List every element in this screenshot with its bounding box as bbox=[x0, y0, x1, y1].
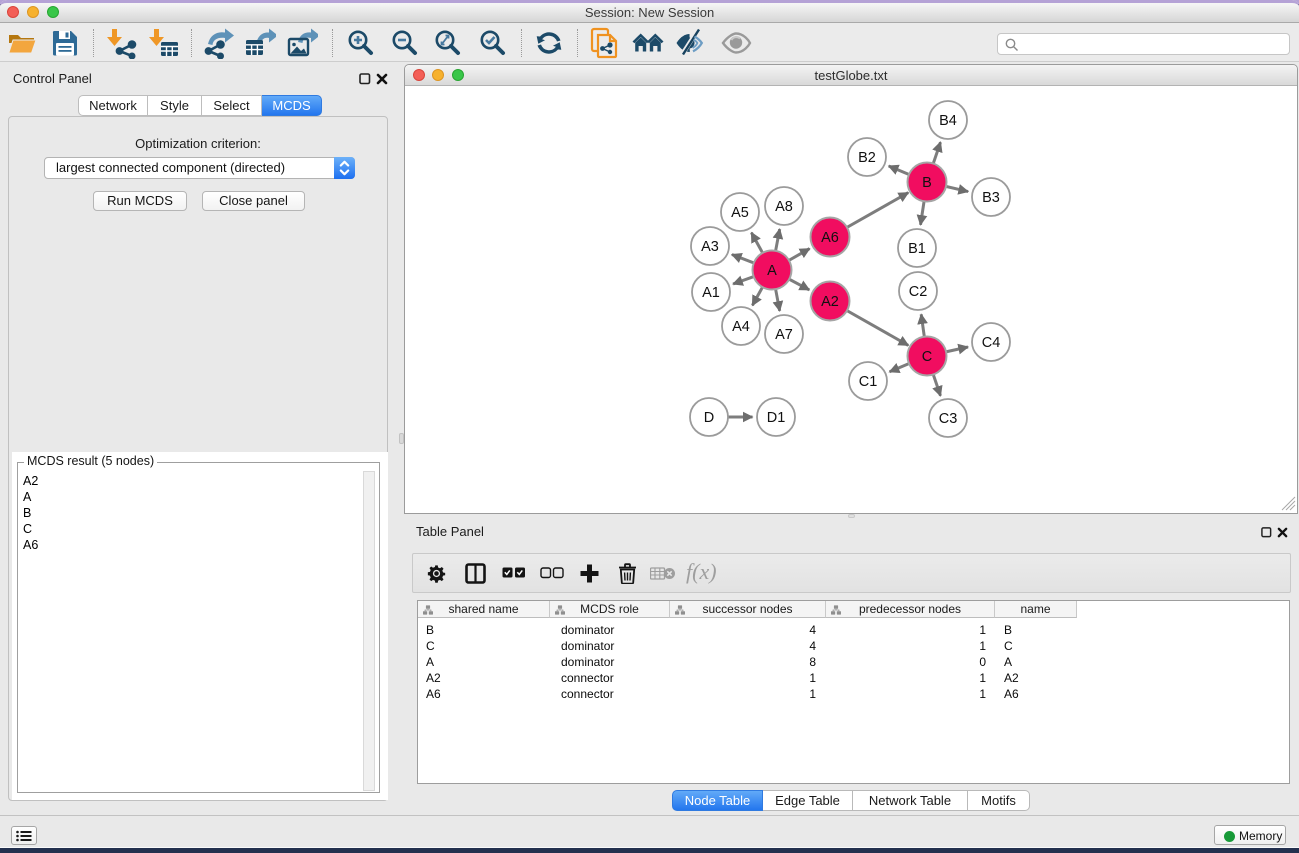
svg-text:A7: A7 bbox=[775, 327, 793, 343]
svg-text:A3: A3 bbox=[701, 239, 719, 255]
svg-text:B3: B3 bbox=[982, 190, 1000, 206]
svg-text:A5: A5 bbox=[731, 205, 749, 221]
svg-text:C4: C4 bbox=[982, 335, 1001, 351]
svg-text:C1: C1 bbox=[859, 374, 878, 390]
svg-text:A6: A6 bbox=[821, 230, 839, 246]
svg-text:A8: A8 bbox=[775, 199, 793, 215]
svg-text:A: A bbox=[767, 263, 777, 279]
svg-text:A1: A1 bbox=[702, 285, 720, 301]
svg-text:C: C bbox=[922, 349, 932, 365]
svg-text:B: B bbox=[922, 175, 932, 191]
svg-text:A4: A4 bbox=[732, 319, 750, 335]
svg-text:B1: B1 bbox=[908, 241, 926, 257]
svg-text:B2: B2 bbox=[858, 150, 876, 166]
svg-text:C2: C2 bbox=[909, 284, 928, 300]
svg-text:B4: B4 bbox=[939, 113, 957, 129]
svg-text:C3: C3 bbox=[939, 411, 958, 427]
svg-text:D: D bbox=[704, 410, 714, 426]
svg-text:A2: A2 bbox=[821, 294, 839, 310]
svg-text:D1: D1 bbox=[767, 410, 786, 426]
